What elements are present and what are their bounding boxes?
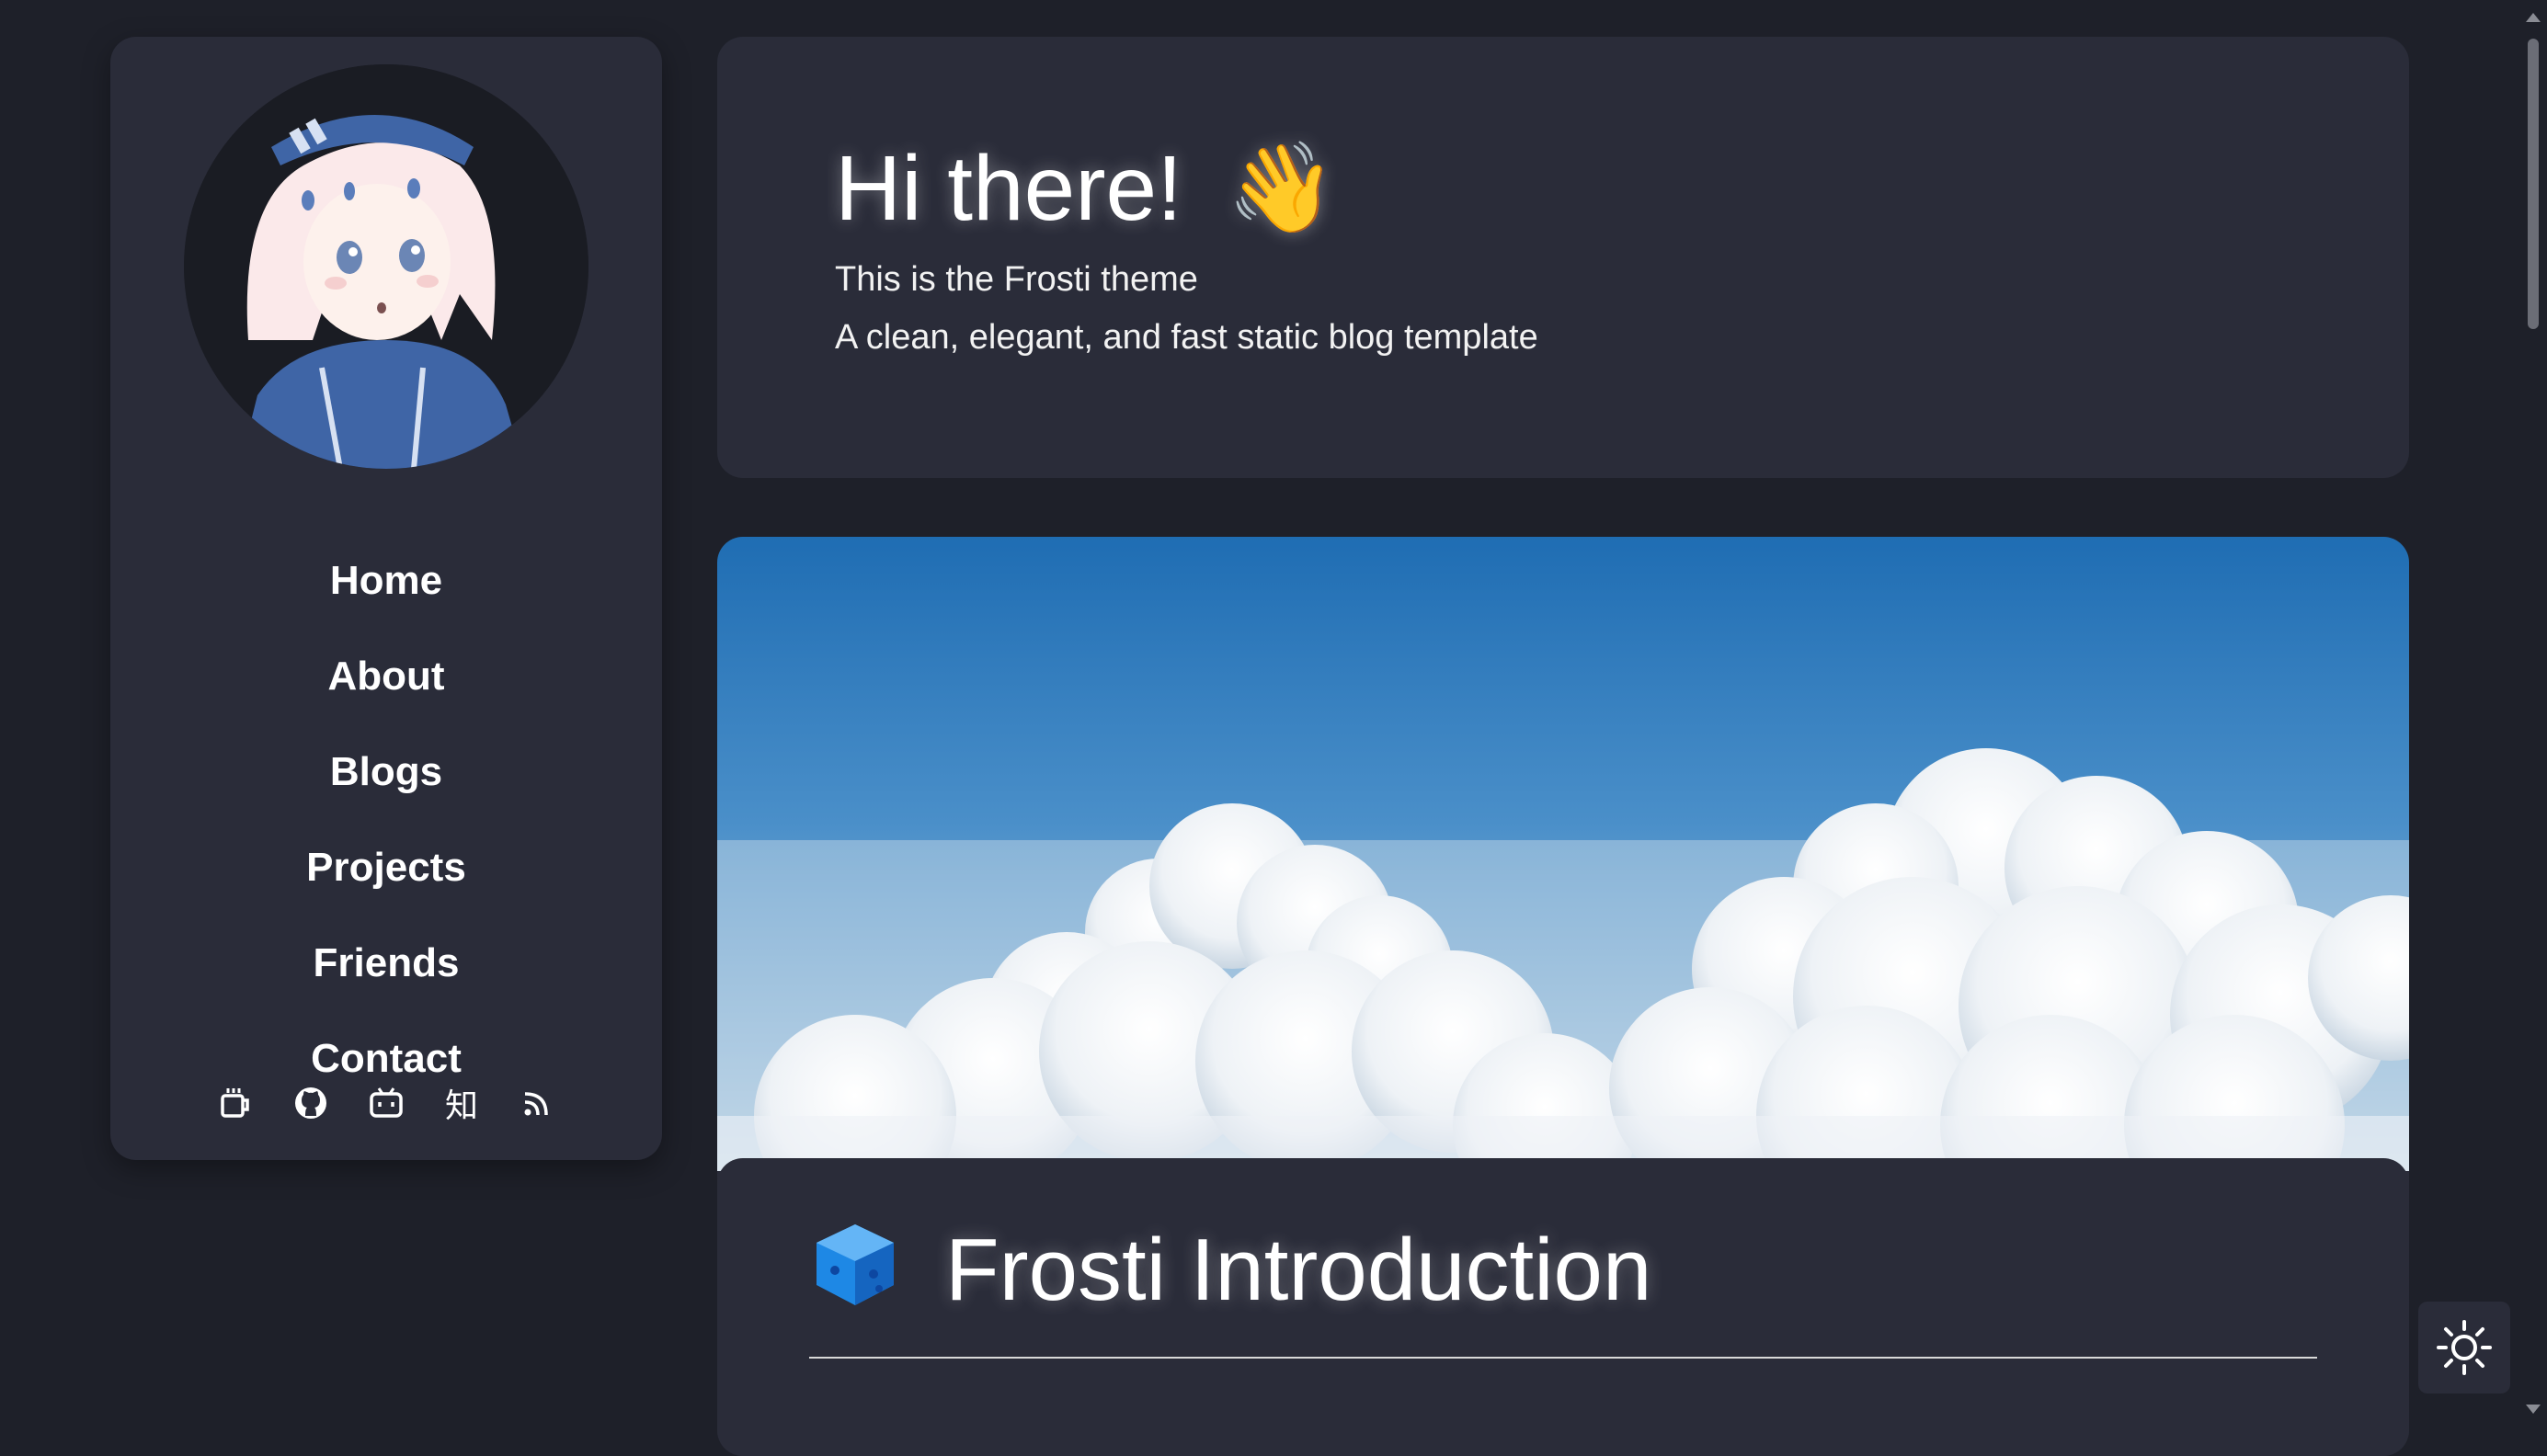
nav-item-home[interactable]: Home: [110, 533, 662, 629]
hero-subtitle: This is the Frosti theme: [835, 260, 1198, 299]
scrollbar-thumb[interactable]: [2528, 39, 2539, 329]
post-card[interactable]: Frosti Introduction: [717, 537, 2409, 1456]
avatar[interactable]: [184, 64, 588, 469]
post-title-text: Frosti Introduction: [945, 1221, 1652, 1319]
post-title[interactable]: Frosti Introduction: [809, 1217, 1651, 1324]
scroll-down-arrow[interactable]: [2526, 1405, 2541, 1414]
nav-item-friends[interactable]: Friends: [110, 916, 662, 1011]
github-icon[interactable]: [291, 1084, 330, 1122]
nav-item-about[interactable]: About: [110, 629, 662, 724]
rss-icon[interactable]: [518, 1084, 556, 1122]
post-divider: [809, 1357, 2317, 1359]
hero-title: Hi there! 👋: [835, 142, 1336, 234]
hero-description: A clean, elegant, and fast static blog t…: [835, 318, 1538, 357]
nav-item-blogs[interactable]: Blogs: [110, 724, 662, 820]
post-cover-image[interactable]: [717, 537, 2409, 1171]
nav-item-projects[interactable]: Projects: [110, 820, 662, 916]
social-links: 知: [110, 1084, 662, 1124]
coffee-cup-icon[interactable]: [216, 1084, 255, 1122]
bilibili-icon[interactable]: [367, 1084, 405, 1122]
zhihu-icon[interactable]: 知: [442, 1084, 481, 1124]
scroll-up-arrow[interactable]: [2526, 13, 2541, 22]
ice-cube-icon: [809, 1217, 901, 1324]
waving-hand-icon: 👋: [1226, 139, 1337, 237]
post-body: Frosti Introduction: [717, 1158, 2409, 1456]
main-nav: Home About Blogs Projects Friends Contac…: [110, 533, 662, 1107]
theme-toggle-button[interactable]: [2418, 1302, 2510, 1393]
avatar-illustration: [184, 64, 588, 469]
sun-icon: [2437, 1320, 2492, 1375]
sidebar: Home About Blogs Projects Friends Contac…: [110, 37, 662, 1160]
hero-card: Hi there! 👋 This is the Frosti theme A c…: [717, 37, 2409, 478]
page-scrollbar[interactable]: [2519, 0, 2547, 1429]
hero-title-text: Hi there!: [835, 137, 1182, 240]
